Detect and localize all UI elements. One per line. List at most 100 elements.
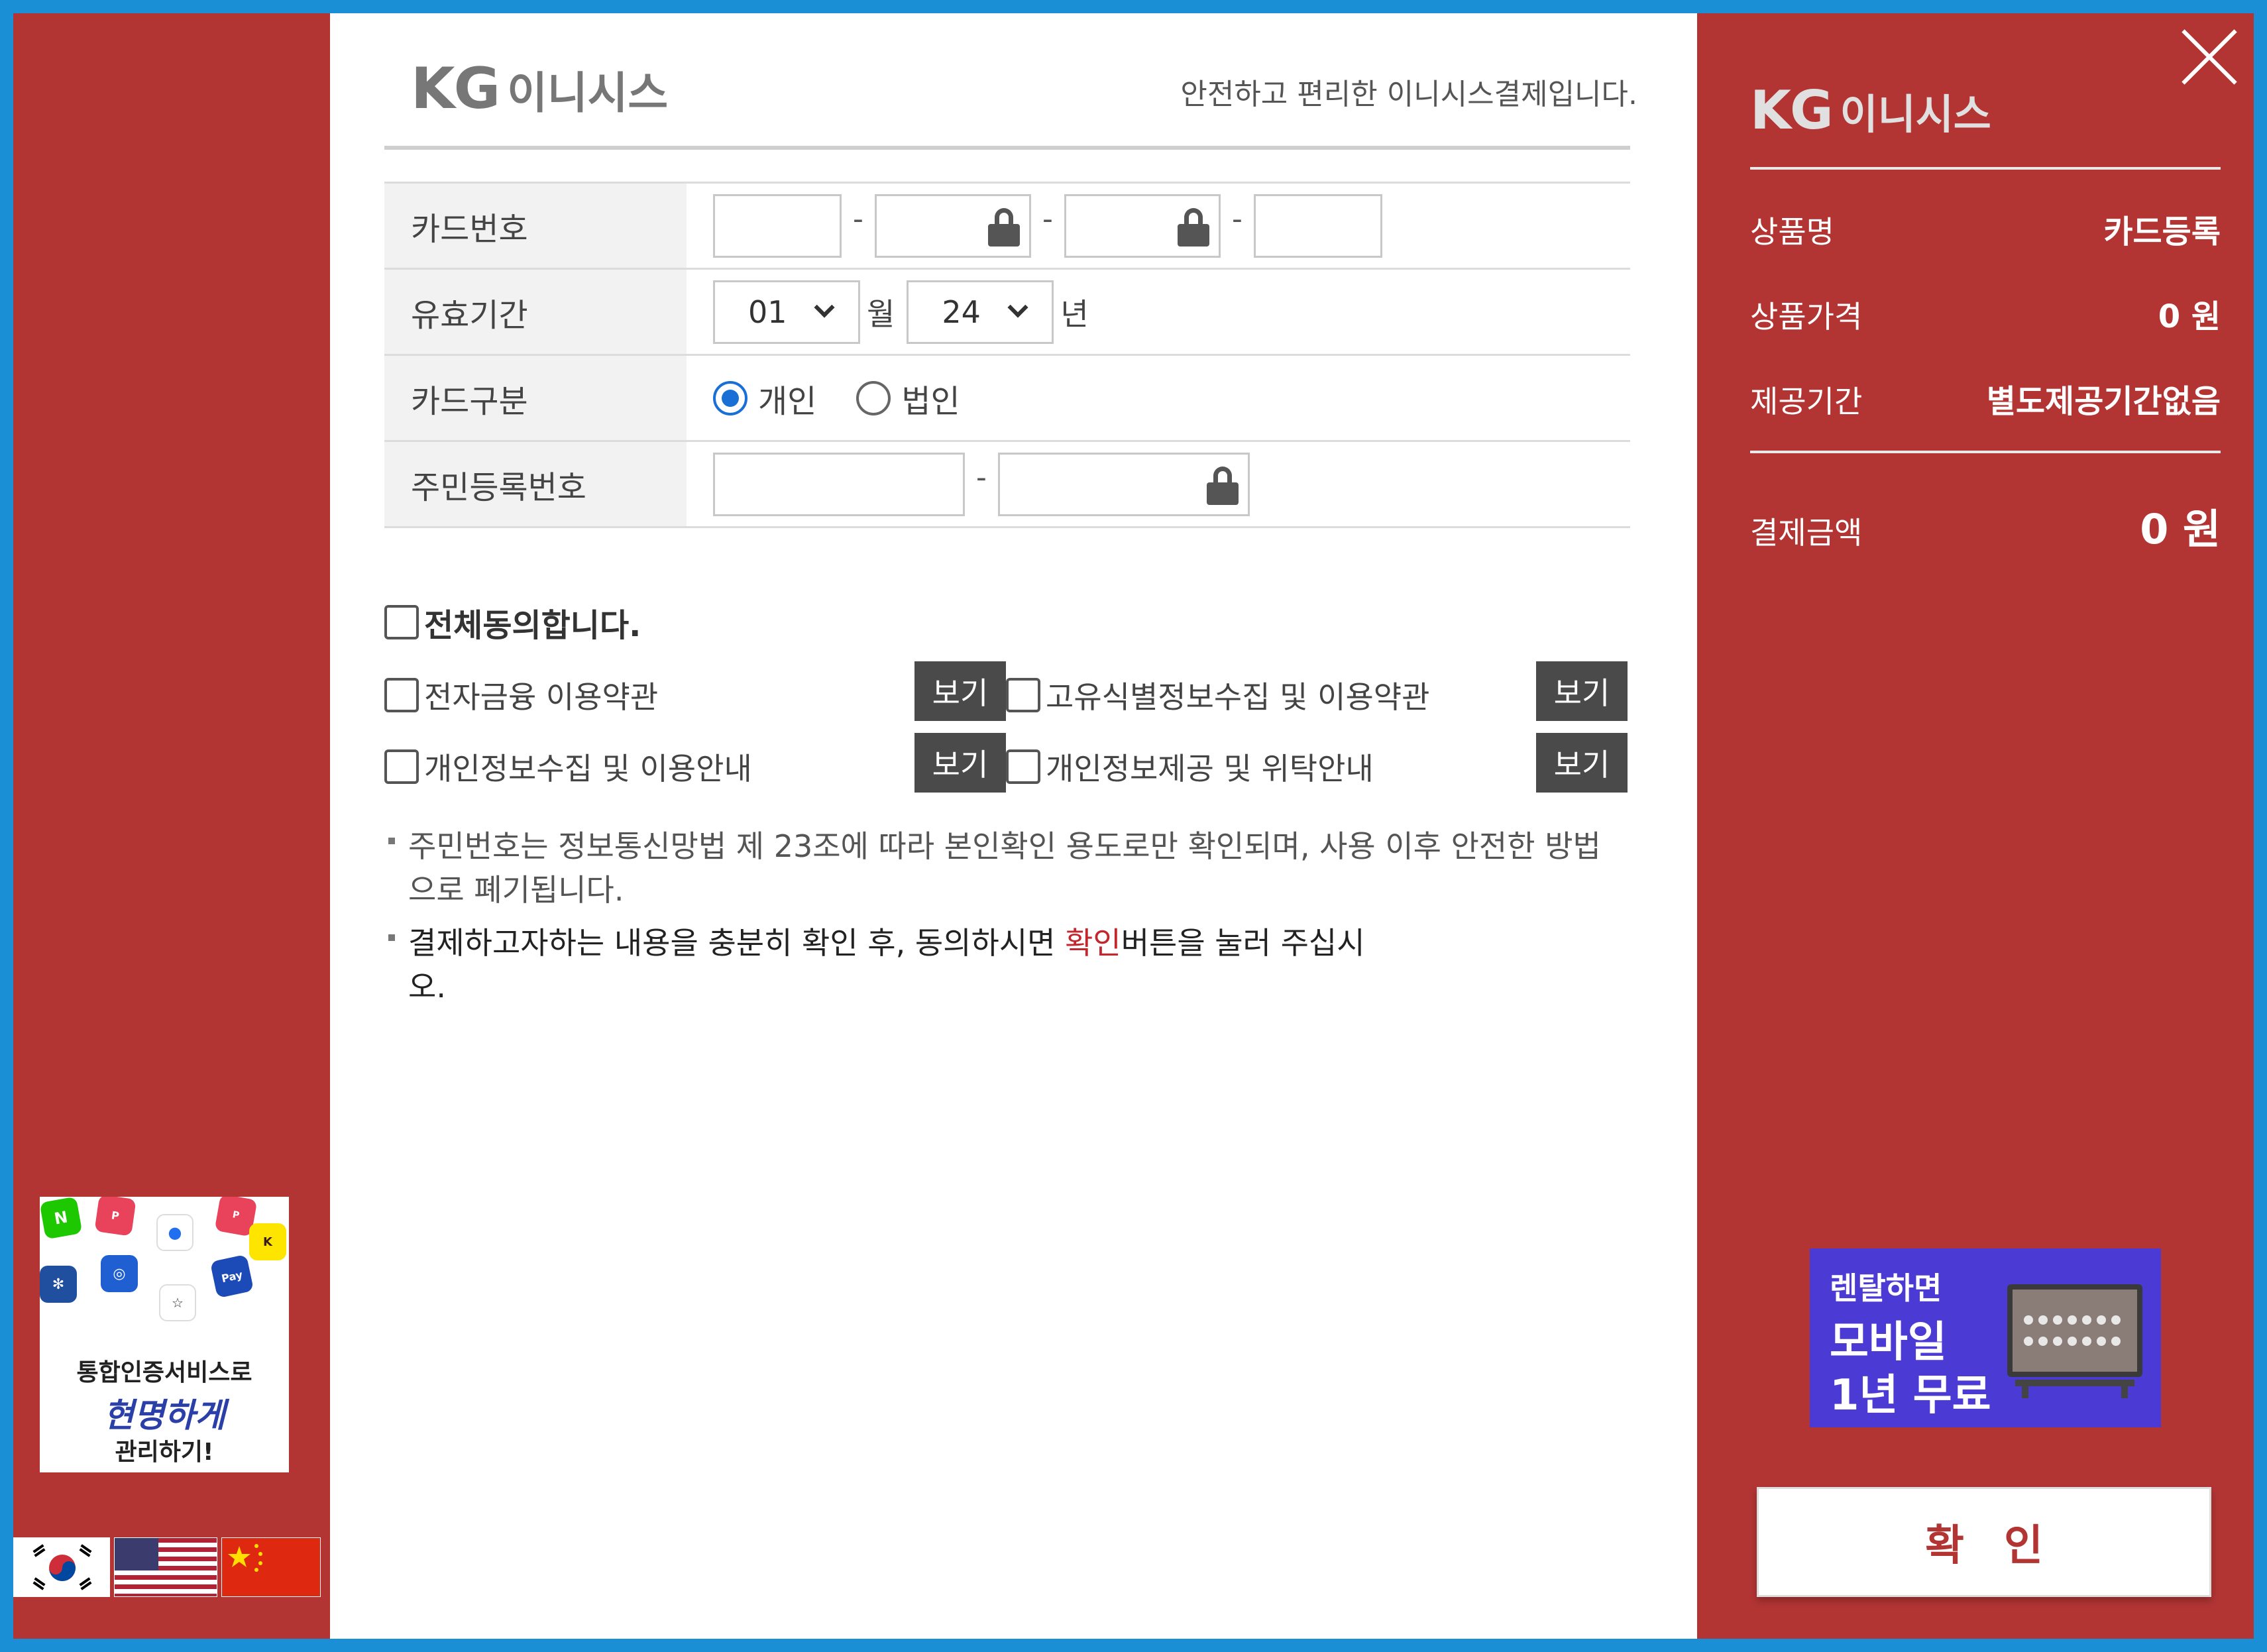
card-form: 카드번호 - - - 유효기간 01 월 24 년 카드구분 개인 법인 주민등… <box>384 182 1630 528</box>
close-icon[interactable] <box>2178 25 2242 89</box>
expiry-fields: 01 월 24 년 <box>687 270 1630 354</box>
notice-resident-number: 주민번호는 정보통신망법 제 23조에 따라 본인확인 용도로만 확인되며, 사… <box>388 824 1621 912</box>
lock-icon <box>1207 466 1239 505</box>
banner-line-3: 1년 무료 <box>1830 1371 1991 1420</box>
view-button[interactable]: 보기 <box>914 661 1006 721</box>
expiry-month-value: 01 <box>748 294 787 330</box>
view-button[interactable]: 보기 <box>1536 733 1628 793</box>
term-checkbox[interactable] <box>1006 749 1040 784</box>
toss-app-icon: ● <box>156 1214 194 1251</box>
total-label: 결제금액 <box>1750 515 1863 551</box>
month-unit: 월 <box>867 296 895 332</box>
card-number-fields: - - - <box>687 184 1630 268</box>
card-type-options: 개인 법인 <box>687 356 1630 440</box>
expiry-row: 유효기간 01 월 24 년 <box>384 270 1630 356</box>
naver-app-icon: N <box>40 1197 83 1240</box>
term-privacy-collection[interactable]: 개인정보수집 및 이용안내 <box>384 745 752 789</box>
term-unique-id-collection[interactable]: 고유식별정보수집 및 이용약관 <box>1006 673 1429 717</box>
order-summary-panel: KG 이니시스 상품명 카드등록 상품가격 0 원 제공기간 별도제공기간없음 … <box>1697 13 2254 1639</box>
expiry-year-value: 24 <box>942 294 981 330</box>
term-label[interactable]: 전자금융 이용약관 <box>424 673 658 717</box>
agree-all[interactable]: 전체동의합니다. <box>384 599 641 645</box>
resident-number-fields: - <box>687 442 1630 526</box>
term-checkbox[interactable] <box>1006 678 1040 712</box>
personal-radio-label[interactable]: 개인 <box>758 375 816 421</box>
agree-all-label[interactable]: 전체동의합니다. <box>424 599 641 645</box>
left-panel: N P ● P K ✻ ◎ Pay ☆ 통합인증서비스로 현명하게 관리하기! <box>13 13 330 1639</box>
term-electronic-finance[interactable]: 전자금융 이용약관 <box>384 673 658 717</box>
banner-line-1: 렌탈하면 <box>1830 1270 1942 1306</box>
notice-confirm: 결제하고자하는 내용을 충분히 확인 후, 동의하시면 확인버튼을 눌러 주십시… <box>388 921 1402 1009</box>
pass-app-icon: P <box>94 1197 137 1237</box>
personal-radio[interactable] <box>713 380 747 415</box>
kg-inicis-logo: KG 이니시스 <box>411 56 668 122</box>
separator: - <box>853 202 863 236</box>
term-label[interactable]: 개인정보수집 및 이용안내 <box>424 745 752 789</box>
corporate-radio[interactable] <box>856 380 891 415</box>
total-value: 0 원 <box>2140 505 2221 553</box>
notice-highlight: 확인 <box>1065 925 1121 961</box>
logo-name: 이니시스 <box>1840 90 1991 138</box>
separator: - <box>1042 202 1053 236</box>
promo-line-1: 통합인증서비스로 <box>76 1359 252 1386</box>
expiry-year-select[interactable]: 24 <box>907 280 1054 344</box>
china-flag-icon[interactable] <box>221 1537 321 1597</box>
kg-inicis-logo: KG 이니시스 <box>1750 80 1991 141</box>
korean-flag-icon[interactable] <box>13 1537 110 1597</box>
term-label[interactable]: 개인정보제공 및 위탁안내 <box>1046 745 1374 789</box>
card-number-row: 카드번호 - - - <box>384 184 1630 270</box>
term-label[interactable]: 고유식별정보수집 및 이용약관 <box>1046 673 1429 717</box>
promo-line-3: 관리하기! <box>115 1439 214 1466</box>
chevron-down-icon <box>814 296 835 318</box>
expiry-label: 유효기간 <box>384 270 687 354</box>
agree-all-checkbox[interactable] <box>384 605 419 639</box>
kb-app-icon: ✻ <box>40 1266 77 1303</box>
price-value: 0 원 <box>2158 298 2221 335</box>
auth-service-promo[interactable]: N P ● P K ✻ ◎ Pay ☆ 통합인증서비스로 현명하게 관리하기! <box>40 1197 289 1472</box>
card-number-input-2[interactable] <box>875 193 1031 258</box>
price-row: 상품가격 0 원 <box>1750 290 2221 337</box>
period-row: 제공기간 별도제공기간없음 <box>1750 375 2221 421</box>
resident-number-back-input[interactable] <box>998 452 1250 516</box>
card-number-label: 카드번호 <box>384 184 687 268</box>
card-number-input-3[interactable] <box>1064 193 1221 258</box>
corporate-radio-label[interactable]: 법인 <box>901 375 960 421</box>
term-privacy-provision[interactable]: 개인정보제공 및 위탁안내 <box>1006 745 1374 789</box>
card-number-input-1[interactable] <box>713 193 842 258</box>
expiry-month-select[interactable]: 01 <box>713 280 860 344</box>
us-flag-icon[interactable] <box>114 1537 217 1597</box>
view-button[interactable]: 보기 <box>914 733 1006 793</box>
banner-line-2: 모바일 <box>1830 1318 1947 1367</box>
term-checkbox[interactable] <box>384 678 419 712</box>
confirm-button[interactable]: 확인 <box>1757 1487 2211 1597</box>
payment-window: N P ● P K ✻ ◎ Pay ☆ 통합인증서비스로 현명하게 관리하기! <box>13 13 2254 1639</box>
period-value: 별도제공기간없음 <box>1986 383 2221 420</box>
view-button[interactable]: 보기 <box>1536 661 1628 721</box>
resident-number-front-input[interactable] <box>713 452 965 516</box>
header-divider <box>384 146 1630 150</box>
lock-icon <box>988 207 1020 247</box>
summary-divider <box>1750 451 2221 453</box>
resident-number-row: 주민등록번호 - <box>384 442 1630 528</box>
product-name-value: 카드등록 <box>2103 213 2221 250</box>
language-flags <box>13 1537 330 1598</box>
chevron-down-icon <box>1007 296 1028 318</box>
term-checkbox[interactable] <box>384 749 419 784</box>
product-name-row: 상품명 카드등록 <box>1750 205 2221 252</box>
card-number-input-4[interactable] <box>1254 193 1382 258</box>
notice-text: 결제하고자하는 내용을 충분히 확인 후, 동의하시면 <box>408 925 1066 961</box>
payment-form-panel: KG 이니시스 안전하고 편리한 이니시스결제입니다. 카드번호 - - - 유… <box>330 13 1697 1639</box>
app-icons-cluster: N P ● P K ✻ ◎ Pay ☆ <box>40 1197 289 1356</box>
period-label: 제공기간 <box>1750 384 1863 419</box>
separator: - <box>1232 202 1243 236</box>
separator: - <box>976 461 987 494</box>
year-unit: 년 <box>1060 296 1089 332</box>
lock-icon <box>1178 207 1209 247</box>
tv-illustration-icon <box>2007 1284 2142 1398</box>
logo-kg: KG <box>411 56 500 122</box>
product-name-label: 상품명 <box>1750 214 1834 250</box>
header-tagline: 안전하고 편리한 이니시스결제입니다. <box>1180 78 1637 111</box>
price-label: 상품가격 <box>1750 299 1863 335</box>
card-type-label: 카드구분 <box>384 356 687 440</box>
rental-mobile-banner[interactable]: 렌탈하면 모바일 1년 무료 <box>1810 1248 2161 1427</box>
